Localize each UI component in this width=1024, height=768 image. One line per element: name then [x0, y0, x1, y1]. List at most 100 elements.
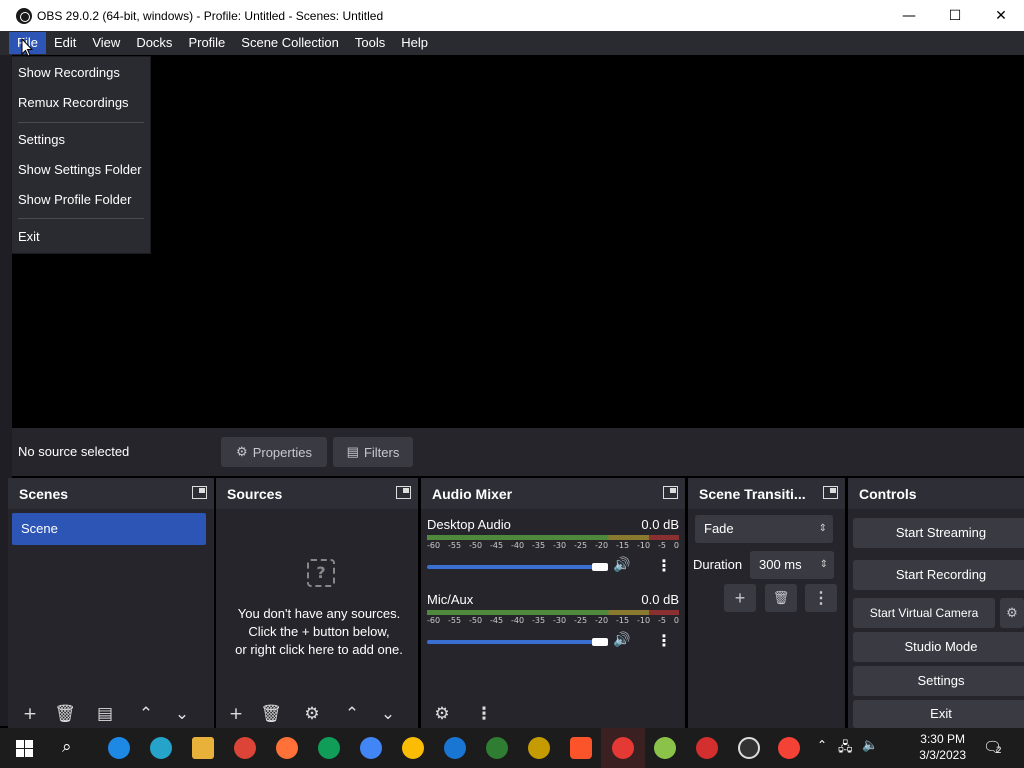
minimize-button[interactable]: — — [886, 0, 932, 31]
menu-separator — [18, 218, 144, 219]
chrome-beta-icon[interactable] — [318, 737, 340, 759]
duration-label: Duration — [693, 557, 743, 572]
menu-docks[interactable]: Docks — [128, 32, 180, 54]
virtual-camera-settings-icon[interactable]: ⚙ — [1000, 598, 1024, 628]
edge-beta-icon[interactable] — [444, 737, 466, 759]
preview-canvas[interactable] — [12, 55, 1024, 426]
remove-scene-icon[interactable]: 🗑 — [54, 704, 76, 724]
start-streaming-button[interactable]: Start Streaming — [853, 518, 1024, 548]
add-source-icon[interactable]: + — [227, 704, 245, 724]
windows-start-icon[interactable] — [16, 740, 33, 757]
mouse-cursor-icon — [21, 38, 33, 57]
chrome-icon[interactable] — [234, 737, 256, 759]
remove-transition-button[interactable]: 🗑 — [765, 584, 797, 612]
undock-icon[interactable] — [663, 486, 678, 499]
menu-show-recordings[interactable]: Show Recordings — [18, 65, 120, 80]
mixer-title: Audio Mixer — [432, 485, 513, 502]
edge-dev-icon[interactable] — [486, 737, 508, 759]
menu-remux-recordings[interactable]: Remux Recordings — [18, 95, 129, 110]
sources-header: Sources — [216, 478, 418, 509]
gear-icon: ⚙ — [236, 444, 248, 459]
advanced-audio-icon[interactable]: ⚙ — [433, 704, 451, 724]
browser-icon[interactable] — [778, 737, 800, 759]
volume-slider-knob[interactable] — [592, 638, 608, 646]
speaker-icon[interactable]: 🔊 — [613, 557, 630, 573]
channel-name: Desktop Audio — [427, 517, 511, 532]
chrome-canary-icon[interactable] — [402, 737, 424, 759]
maximize-button[interactable]: ☐ — [932, 0, 978, 31]
undock-icon[interactable] — [823, 486, 838, 499]
undock-icon[interactable] — [396, 486, 411, 499]
exit-button[interactable]: Exit — [853, 700, 1024, 728]
opera-icon[interactable] — [612, 737, 634, 759]
start-recording-button[interactable]: Start Recording — [853, 560, 1024, 590]
menu-show-profile-folder[interactable]: Show Profile Folder — [18, 192, 131, 207]
add-transition-button[interactable]: + — [724, 584, 756, 612]
mixer-menu-icon[interactable]: ⋮ — [475, 704, 493, 724]
kebab-menu-icon[interactable]: ⋮ — [656, 631, 672, 650]
move-down-icon[interactable]: ⌄ — [173, 704, 191, 724]
menu-exit[interactable]: Exit — [18, 229, 40, 244]
chevron-up-icon[interactable]: ⌃ — [817, 738, 827, 752]
menu-settings[interactable]: Settings — [18, 132, 65, 147]
move-up-icon[interactable]: ⌃ — [343, 704, 361, 724]
edge-icon[interactable] — [150, 737, 172, 759]
firefox-icon[interactable] — [276, 737, 298, 759]
close-button[interactable]: ✕ — [978, 0, 1024, 31]
window-controls: — ☐ ✕ — [886, 0, 1024, 31]
channel-db: 0.0 dB — [641, 517, 679, 532]
source-toolbar: No source selected ⚙ Properties ▤ Filter… — [12, 428, 1024, 476]
volume-icon[interactable]: 🔈 — [862, 738, 878, 753]
chrome-green-icon[interactable] — [654, 737, 676, 759]
move-down-icon[interactable]: ⌄ — [379, 704, 397, 724]
speaker-icon[interactable]: 🔊 — [613, 632, 630, 648]
question-mark-icon: ? — [307, 559, 335, 587]
filters-button[interactable]: ▤ Filters — [333, 437, 413, 467]
menu-help[interactable]: Help — [393, 32, 436, 54]
scene-list-item[interactable]: Scene — [12, 513, 206, 545]
start-virtual-camera-button[interactable]: Start Virtual Camera — [853, 598, 995, 628]
channel-db: 0.0 dB — [641, 592, 679, 607]
windows-taskbar: ⌕ ⌃ 🖧 🔈 3:30 PM 3/3/2023 🗨 2 — [0, 728, 1024, 768]
system-clock[interactable]: 3:30 PM 3/3/2023 — [919, 731, 966, 763]
menu-tools[interactable]: Tools — [347, 32, 393, 54]
network-icon[interactable]: 🖧 — [838, 738, 853, 760]
file-explorer-icon[interactable] — [192, 737, 214, 759]
chrome-dev-icon[interactable] — [360, 737, 382, 759]
menu-scene-collection[interactable]: Scene Collection — [233, 32, 347, 54]
undock-icon[interactable] — [192, 486, 207, 499]
studio-mode-button[interactable]: Studio Mode — [853, 632, 1024, 662]
properties-button[interactable]: ⚙ Properties — [221, 437, 327, 467]
search-icon[interactable]: ⌕ — [62, 737, 72, 757]
menu-show-settings-folder[interactable]: Show Settings Folder — [18, 162, 142, 177]
edge-canary-icon[interactable] — [528, 737, 550, 759]
menu-view[interactable]: View — [84, 32, 128, 54]
settings-button[interactable]: Settings — [853, 666, 1024, 696]
obs-taskbar-icon[interactable] — [738, 737, 760, 759]
scenes-dock: Scenes Scene + 🗑 ▤ ⌃ ⌄ — [8, 478, 214, 728]
sources-empty-message[interactable]: You don't have any sources. Click the + … — [216, 605, 422, 659]
menu-edit[interactable]: Edit — [46, 32, 84, 54]
updown-icon: ⇕ — [818, 523, 827, 534]
filter-icon: ▤ — [346, 444, 359, 459]
volume-slider-knob[interactable] — [592, 563, 608, 571]
source-properties-icon[interactable]: ⚙ — [303, 704, 321, 724]
brave-icon[interactable] — [570, 737, 592, 759]
internet-explorer-icon[interactable] — [108, 737, 130, 759]
spin-arrows-icon[interactable]: ⇕ — [820, 551, 828, 579]
menu-profile[interactable]: Profile — [180, 32, 233, 54]
add-scene-icon[interactable]: + — [21, 704, 39, 724]
move-up-icon[interactable]: ⌃ — [137, 704, 155, 724]
scene-filters-icon[interactable]: ▤ — [96, 704, 114, 724]
kebab-menu-icon[interactable]: ⋮ — [656, 556, 672, 575]
clock-time: 3:30 PM — [920, 732, 965, 746]
transition-menu-button[interactable]: ⋮ — [805, 584, 837, 612]
controls-dock: Controls Start Streaming Start Recording… — [848, 478, 1024, 728]
volume-slider[interactable] — [427, 640, 607, 644]
app-icon[interactable] — [696, 737, 718, 759]
duration-spinbox[interactable]: 300 ms ⇕ — [750, 551, 834, 579]
remove-source-icon[interactable]: 🗑 — [260, 704, 282, 724]
volume-slider[interactable] — [427, 565, 607, 569]
transition-select[interactable]: Fade ⇕ — [695, 515, 833, 543]
empty-line-1: You don't have any sources. — [237, 606, 401, 621]
